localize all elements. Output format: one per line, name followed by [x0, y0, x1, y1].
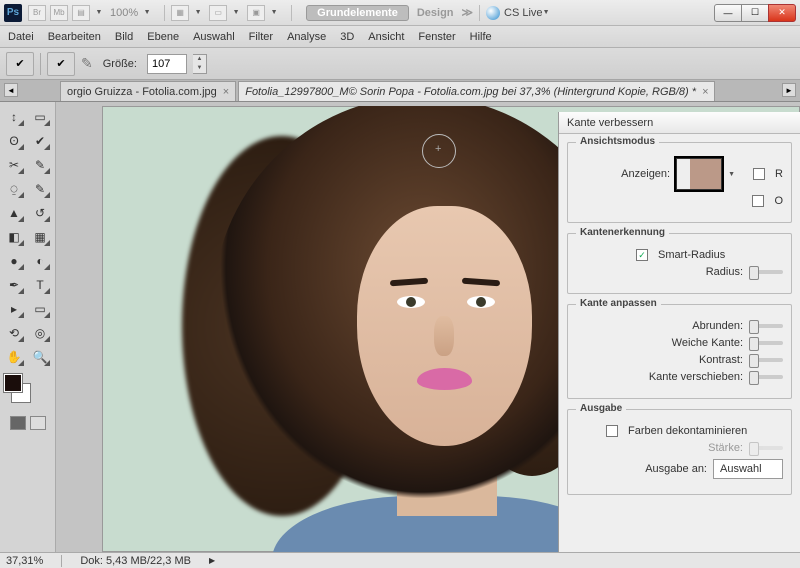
close-button[interactable]: ✕ — [768, 4, 796, 22]
menu-filter[interactable]: Filter — [249, 31, 273, 43]
dodge-tool-icon[interactable]: ◐ — [28, 250, 52, 272]
size-label: Größe: — [103, 58, 137, 70]
hand-tool-icon[interactable]: ✋ — [2, 346, 26, 368]
workspace-design[interactable]: Design — [417, 7, 454, 19]
options-bar: ✔ ✔ ✎ Größe: ▲▼ — [0, 48, 800, 80]
menu-3d[interactable]: 3D — [340, 31, 354, 43]
menu-analyse[interactable]: Analyse — [287, 31, 326, 43]
gradient-tool-icon[interactable]: ▦ — [28, 226, 52, 248]
status-bar: 37,31% Dok: 5,43 MB/22,3 MB ▶ — [0, 552, 800, 568]
minimize-button[interactable]: — — [714, 4, 742, 22]
show-label: Anzeigen: — [621, 168, 670, 180]
foreground-color[interactable] — [4, 374, 22, 392]
arrange-icon[interactable]: ▭ — [209, 5, 227, 21]
status-zoom[interactable]: 37,31% — [6, 555, 43, 567]
status-doc-size[interactable]: Dok: 5,43 MB/22,3 MB — [80, 555, 191, 567]
tab-scroll-left[interactable]: ◄ — [4, 83, 18, 97]
workspace-grundelemente[interactable]: Grundelemente — [306, 5, 409, 21]
eraser-tool-icon[interactable]: ◧ — [2, 226, 26, 248]
menu-bild[interactable]: Bild — [115, 31, 133, 43]
document-tab-1[interactable]: orgio Gruizza - Fotolia.com.jpg× — [60, 81, 236, 101]
quick-mask-toggle[interactable] — [2, 416, 53, 430]
maximize-button[interactable]: ☐ — [741, 4, 769, 22]
photoshop-logo-icon: Ps — [4, 4, 22, 22]
menu-fenster[interactable]: Fenster — [418, 31, 455, 43]
smooth-slider[interactable] — [749, 324, 783, 328]
healing-tool-icon[interactable]: ⍜ — [2, 178, 26, 200]
menu-ebene[interactable]: Ebene — [147, 31, 179, 43]
eyedropper-tool-icon[interactable]: ✎ — [28, 154, 52, 176]
brush-tool-icon[interactable]: ✎ — [28, 178, 52, 200]
brush-settings-icon[interactable]: ✎ — [81, 55, 93, 72]
feather-slider[interactable] — [749, 341, 783, 345]
marquee-tool-icon[interactable]: ▭ — [28, 106, 52, 128]
output-group: Ausgabe Farben dekontaminieren Stärke: A… — [567, 409, 792, 495]
checkbox-o[interactable] — [752, 195, 764, 207]
3d-camera-tool-icon[interactable]: ◎ — [28, 322, 52, 344]
menu-ansicht[interactable]: Ansicht — [368, 31, 404, 43]
close-icon[interactable]: × — [223, 86, 229, 98]
screen-mode-icon[interactable]: ▣ — [247, 5, 265, 21]
move-tool-icon[interactable]: ↕ — [2, 106, 26, 128]
blur-tool-icon[interactable]: ● — [2, 250, 26, 272]
menu-auswahl[interactable]: Auswahl — [193, 31, 235, 43]
brush-cursor-icon — [422, 134, 456, 168]
cs-live-icon — [486, 6, 500, 20]
brush-preset-icon[interactable]: ✔ — [47, 52, 75, 76]
radius-label: Radius: — [706, 266, 743, 278]
current-tool-icon[interactable]: ✔ — [6, 52, 34, 76]
adjust-edge-group: Kante anpassen Abrunden: Weiche Kante: K… — [567, 304, 792, 399]
view-extras-icon[interactable]: ▦ — [171, 5, 189, 21]
amount-slider — [749, 446, 783, 450]
shape-tool-icon[interactable]: ▭ — [28, 298, 52, 320]
lasso-tool-icon[interactable]: ʘ — [2, 130, 26, 152]
smart-radius-label: Smart-Radius — [658, 249, 725, 261]
refine-edge-dialog: Kante verbessern Ansichtsmodus Anzeigen:… — [558, 112, 800, 568]
size-stepper[interactable]: ▲▼ — [193, 54, 207, 74]
color-swatches[interactable] — [2, 374, 30, 402]
pen-tool-icon[interactable]: ✒ — [2, 274, 26, 296]
radius-slider[interactable] — [749, 270, 783, 274]
path-select-tool-icon[interactable]: ▸ — [2, 298, 26, 320]
film-icon[interactable]: ▤ — [72, 5, 90, 21]
dialog-title: Kante verbessern — [559, 112, 800, 134]
menu-bar: Datei Bearbeiten Bild Ebene Auswahl Filt… — [0, 26, 800, 48]
menu-bearbeiten[interactable]: Bearbeiten — [48, 31, 101, 43]
document-tab-2[interactable]: Fotolia_12997800_M© Sorin Popa - Fotolia… — [238, 81, 715, 101]
view-preview-thumb[interactable] — [676, 158, 722, 190]
document-tabs-bar: ◄ orgio Gruizza - Fotolia.com.jpg× Fotol… — [0, 80, 800, 102]
edge-detection-group: Kantenerkennung ✓ Smart-Radius Radius: — [567, 233, 792, 294]
shift-edge-slider[interactable] — [749, 375, 783, 379]
title-bar: Ps Br Mb ▤▼ 100%▼ ▦▼ ▭▼ ▣▼ Grundelemente… — [0, 0, 800, 26]
smart-radius-checkbox[interactable]: ✓ — [636, 249, 648, 261]
bridge-icon[interactable]: Br — [28, 5, 46, 21]
output-select[interactable]: Auswahl — [713, 459, 783, 479]
quickselect-tool-icon[interactable]: ✔ — [28, 130, 52, 152]
history-brush-tool-icon[interactable]: ↺ — [28, 202, 52, 224]
menu-datei[interactable]: Datei — [8, 31, 34, 43]
3d-tool-icon[interactable]: ⟲ — [2, 322, 26, 344]
contrast-slider[interactable] — [749, 358, 783, 362]
type-tool-icon[interactable]: T — [28, 274, 52, 296]
menu-hilfe[interactable]: Hilfe — [470, 31, 492, 43]
zoom-tool-icon[interactable]: 🔍 — [28, 346, 52, 368]
cs-live-button[interactable]: CS Live ▼ — [486, 6, 549, 20]
view-mode-group: Ansichtsmodus Anzeigen: ▼ R O — [567, 142, 792, 223]
decontaminate-checkbox[interactable] — [606, 425, 618, 437]
crop-tool-icon[interactable]: ✂ — [2, 154, 26, 176]
zoom-level[interactable]: 100% — [110, 7, 138, 19]
stamp-tool-icon[interactable]: ▲ — [2, 202, 26, 224]
tools-panel: ↕▭ ʘ✔ ✂✎ ⍜✎ ▲↺ ◧▦ ●◐ ✒T ▸▭ ⟲◎ ✋🔍 — [0, 102, 56, 552]
checkbox-r[interactable] — [753, 168, 765, 180]
minibridge-icon[interactable]: Mb — [50, 5, 68, 21]
workspace-more-icon[interactable]: ≫ — [462, 6, 474, 19]
tab-scroll-right[interactable]: ► — [782, 83, 796, 97]
close-icon[interactable]: × — [702, 86, 708, 98]
brush-size-input[interactable] — [147, 54, 187, 74]
